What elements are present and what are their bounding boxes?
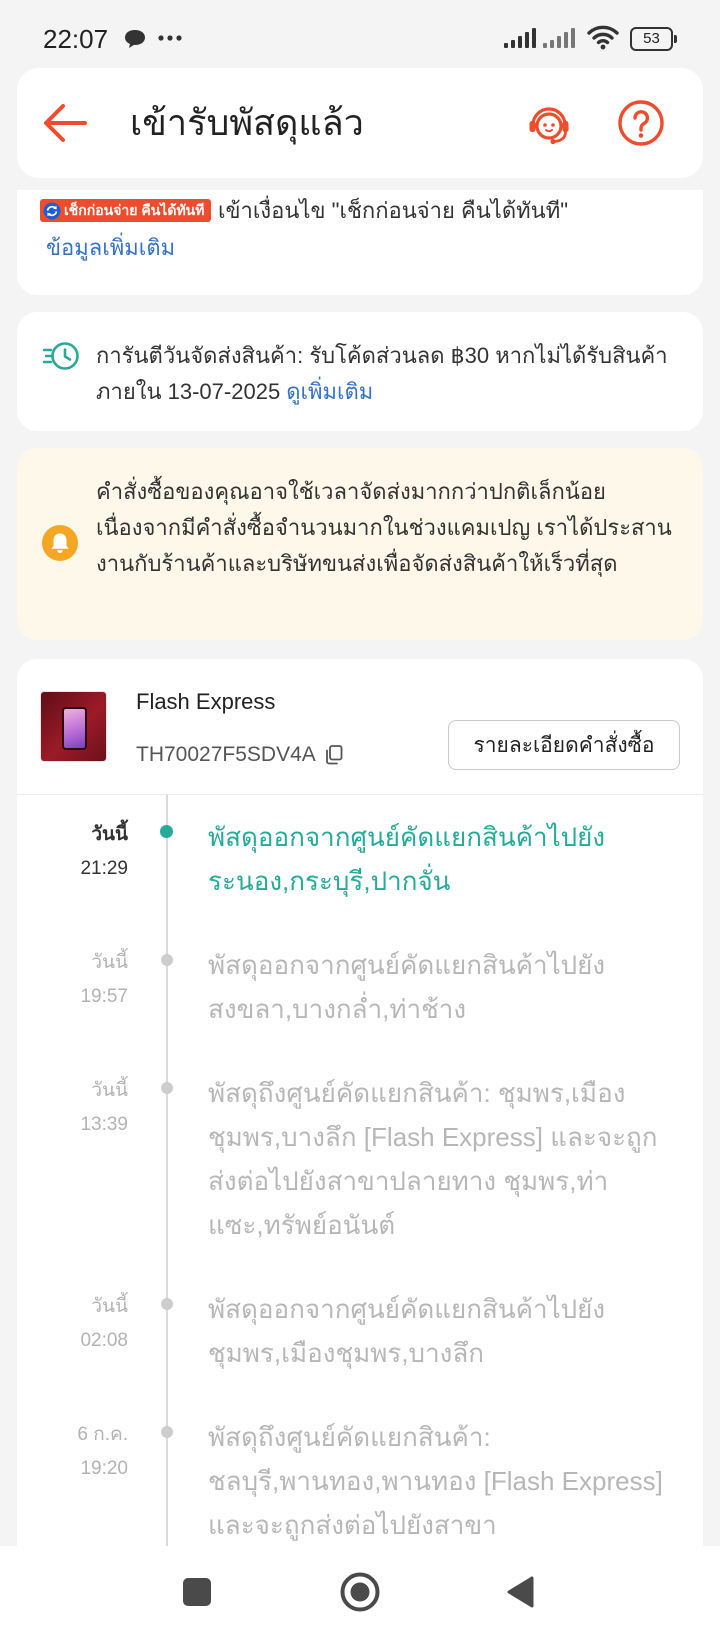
check-before-pay-card: เช็กก่อนจ่าย คืนได้ทันที เข้าเงื่อนไข "เ… (17, 190, 703, 295)
battery-nub (674, 35, 677, 43)
check-before-pay-badge: เช็กก่อนจ่าย คืนได้ทันที (40, 199, 211, 222)
back-triangle-icon[interactable] (505, 1575, 535, 1609)
shipment-tracking-card: Flash Express TH70027F5SDV4A รายละเอียดค… (17, 659, 703, 1546)
customer-support-icon[interactable] (524, 98, 574, 148)
order-details-button[interactable]: รายละเอียดคำสั่งซื้อ (448, 720, 680, 770)
tracking-number-row: TH70027F5SDV4A (136, 740, 344, 770)
product-thumbnail (40, 691, 107, 762)
timeline-description: พัสดุออกจากศูนย์คัดแยกสินค้าไปยัง สงขลา,… (208, 950, 606, 1024)
timeline-dot (161, 954, 173, 966)
product-phone-image (62, 707, 87, 750)
timeline-dot (160, 825, 173, 838)
tracking-timeline: วันนี้ 21:29 พัสดุออกจากศูนย์คัดแยกสินค้… (17, 815, 703, 1546)
timeline-timestamp: วันนี้ 19:57 (17, 946, 128, 1014)
signal-icon (504, 28, 536, 48)
more-notifications-icon (158, 35, 182, 41)
timeline-timestamp: วันนี้ 21:29 (17, 818, 128, 886)
timeline-entry: วันนี้ 13:39 พัสดุถึงศูนย์คัดแยกสินค้า: … (17, 1071, 703, 1247)
timeline-day: วันนี้ (91, 952, 128, 973)
timeline-timestamp: วันนี้ 13:39 (17, 1074, 128, 1142)
timeline-entry: 6 ก.ค. 19:20 พัสดุถึงศูนย์คัดแยกสินค้า: … (17, 1415, 703, 1546)
timeline-timestamp: วันนี้ 02:08 (17, 1290, 128, 1358)
refresh-arrows-icon (43, 202, 61, 219)
timeline-description: พัสดุถึงศูนย์คัดแยกสินค้า: ชุมพร,เมืองชุ… (208, 1078, 658, 1240)
wifi-icon (587, 25, 619, 50)
copy-icon[interactable] (324, 744, 344, 766)
timeline-day: วันนี้ (91, 1296, 128, 1317)
fast-delivery-clock-icon (42, 342, 79, 370)
help-question-icon[interactable] (616, 98, 666, 148)
timeline-time: 02:08 (80, 1330, 128, 1351)
battery-level: 53 (630, 27, 673, 51)
carrier-name: Flash Express (136, 689, 276, 714)
tracking-number: TH70027F5SDV4A (136, 743, 316, 766)
timeline-time: 19:20 (80, 1458, 128, 1479)
badge-label: เช็กก่อนจ่าย คืนได้ทันที (64, 202, 205, 218)
status-time: 22:07 (43, 24, 109, 54)
timeline-time: 13:39 (80, 1114, 128, 1135)
timeline-description: พัสดุออกจากศูนย์คัดแยกสินค้าไปยัง ชุมพร,… (208, 1294, 606, 1368)
timeline-day: วันนี้ (91, 824, 128, 845)
battery-icon: 53 (630, 27, 678, 51)
home-icon[interactable] (339, 1571, 381, 1613)
recent-apps-icon[interactable] (182, 1577, 212, 1607)
shipping-delay-notice: คำสั่งซื้อของคุณอาจใช้เวลาจัดส่งมากกว่าป… (17, 448, 703, 640)
timeline-entry: วันนี้ 19:57 พัสดุออกจากศูนย์คัดแยกสินค้… (17, 943, 703, 1031)
delivery-guarantee-text: การันตีวันจัดส่งสินค้า: รับโค้ดส่วนลด ฿3… (96, 338, 680, 410)
see-more-link[interactable]: ดูเพิ่มเติม (286, 379, 373, 404)
status-bar: 22:07 53 (0, 0, 720, 68)
divider (17, 794, 703, 795)
signal-icon (543, 28, 575, 48)
notice-text: คำสั่งซื้อของคุณอาจใช้เวลาจัดส่งมากกว่าป… (96, 479, 672, 576)
timeline-dot (161, 1082, 173, 1094)
more-info-link[interactable]: ข้อมูลเพิ่มเติม (46, 233, 175, 263)
timeline-description: พัสดุออกจากศูนย์คัดแยกสินค้าไปยัง ระนอง,… (208, 822, 606, 896)
timeline-day: วันนี้ (91, 1080, 128, 1101)
system-navigation-bar (0, 1546, 720, 1640)
timeline-timestamp: 6 ก.ค. 19:20 (17, 1418, 128, 1486)
page-header: เข้ารับพัสดุแล้ว (17, 68, 703, 178)
timeline-day: 6 ก.ค. (77, 1424, 128, 1445)
timeline-description: พัสดุถึงศูนย์คัดแยกสินค้า: ชลบุรี,พานทอง… (208, 1422, 663, 1540)
timeline-entry: วันนี้ 21:29 พัสดุออกจากศูนย์คัดแยกสินค้… (17, 815, 703, 903)
bell-icon (42, 525, 78, 561)
timeline-dot (161, 1426, 173, 1438)
page-title: เข้ารับพัสดุแล้ว (130, 102, 364, 143)
timeline-entry: วันนี้ 02:08 พัสดุออกจากศูนย์คัดแยกสินค้… (17, 1287, 703, 1375)
delivery-guarantee-card: การันตีวันจัดส่งสินค้า: รับโค้ดส่วนลด ฿3… (17, 312, 703, 431)
back-arrow-icon[interactable] (42, 101, 88, 145)
timeline-time: 21:29 (80, 858, 128, 879)
check-before-pay-text: เข้าเงื่อนไข "เช็กก่อนจ่าย คืนได้ทันที" (218, 198, 569, 223)
delivery-guarantee-message: การันตีวันจัดส่งสินค้า: รับโค้ดส่วนลด ฿3… (96, 343, 668, 404)
timeline-dot (161, 1298, 173, 1310)
chat-bubble-icon (125, 30, 145, 48)
timeline-time: 19:57 (80, 986, 128, 1007)
